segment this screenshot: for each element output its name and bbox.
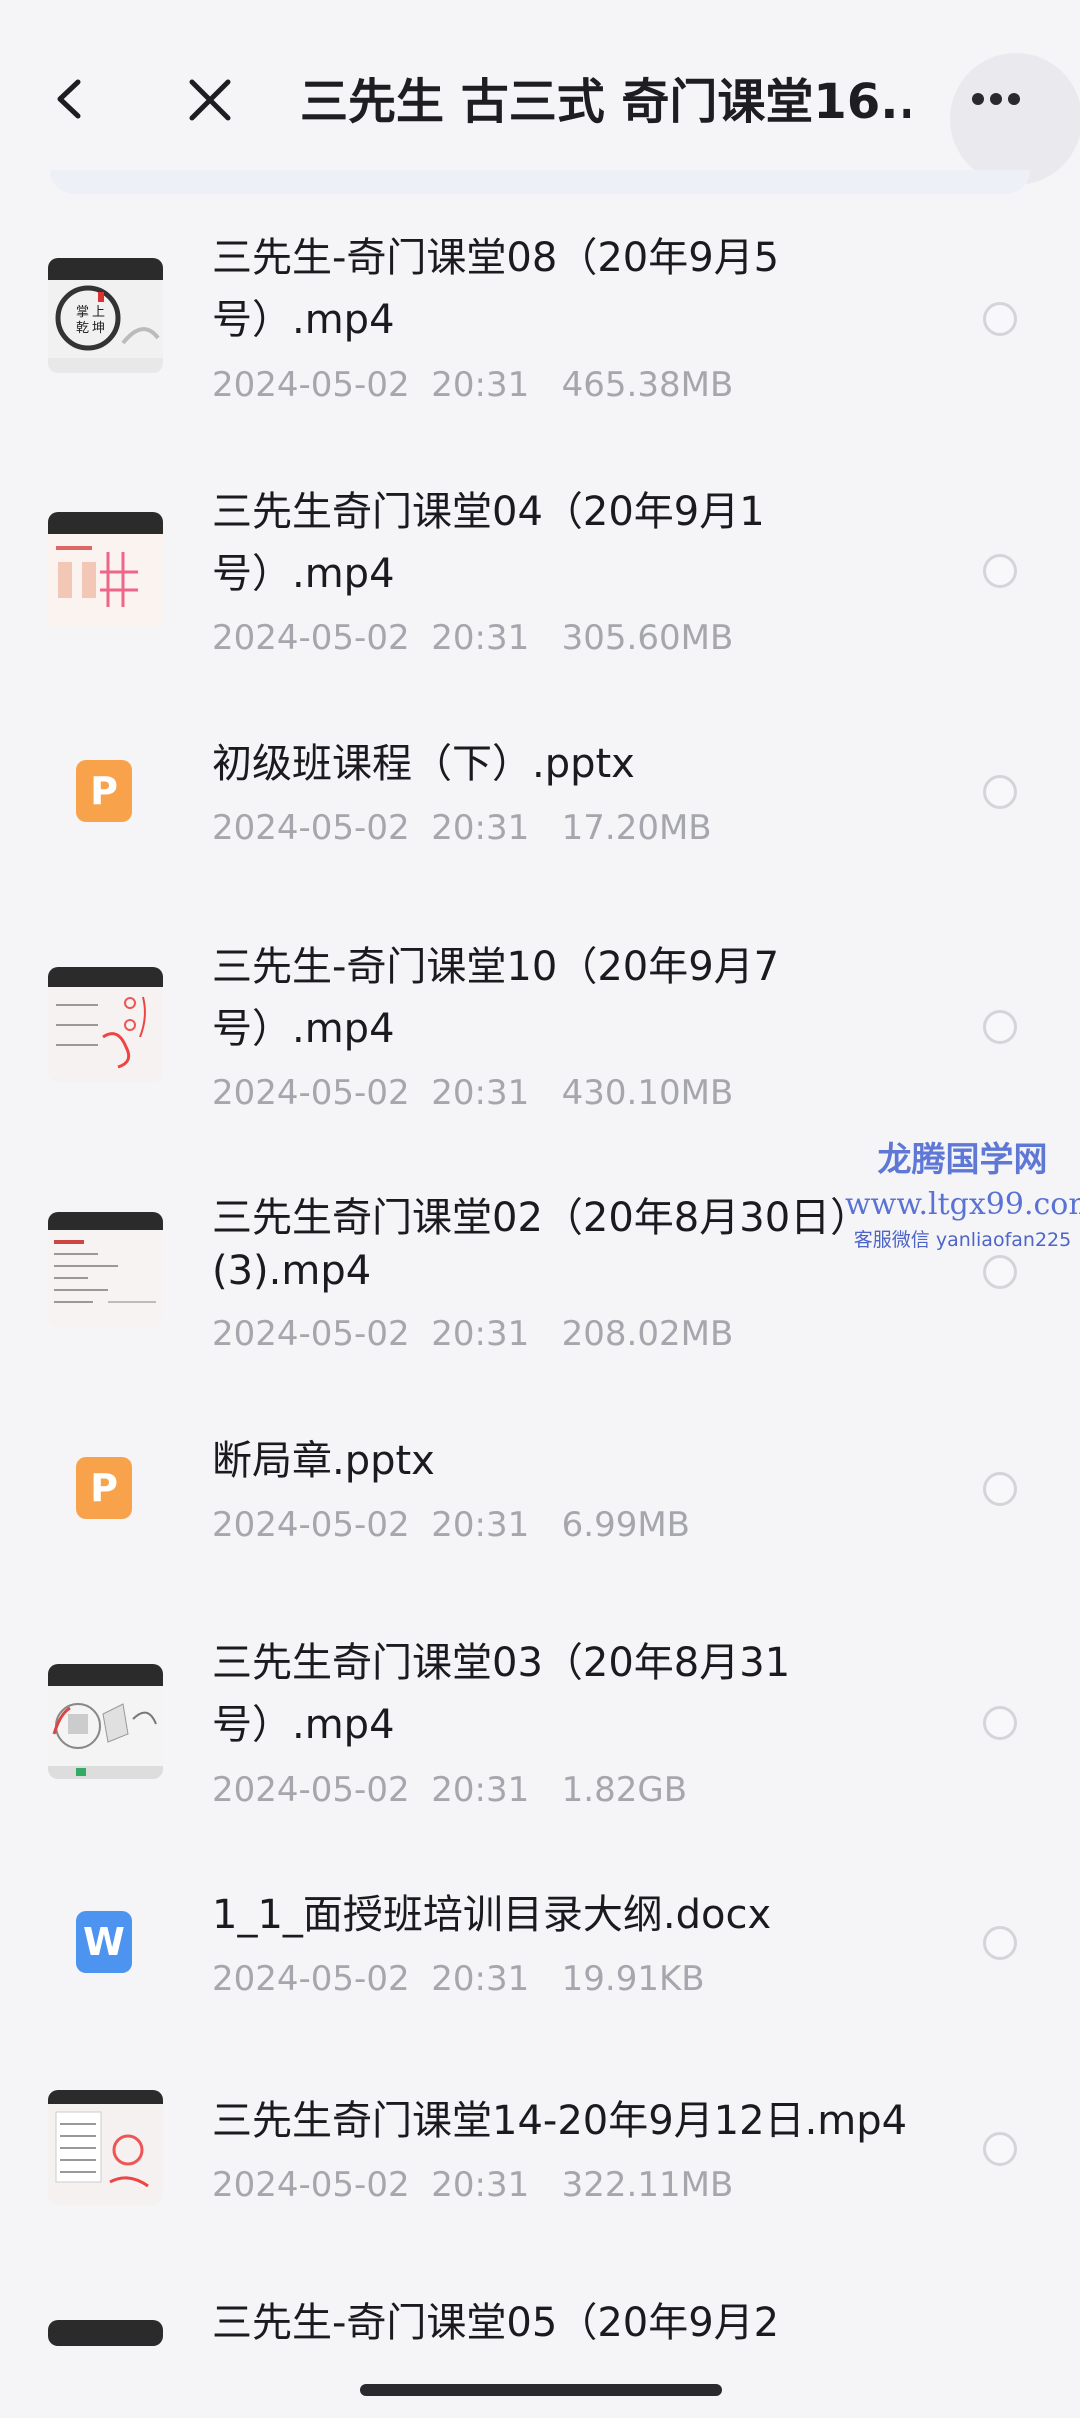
- video-thumbnail: [48, 1664, 163, 1779]
- top-bar: 三先生 古三式 奇门课堂16...: [0, 0, 1080, 190]
- file-size: 1.82GB: [561, 1770, 688, 1810]
- select-radio[interactable]: [983, 1255, 1017, 1289]
- select-radio[interactable]: [983, 1472, 1017, 1506]
- file-time: 20:31: [431, 618, 530, 658]
- file-name: 断局章.pptx: [212, 1438, 435, 1484]
- file-date: 2024-05-02: [212, 1073, 410, 1113]
- file-time: 20:31: [431, 365, 530, 405]
- back-button[interactable]: [40, 62, 100, 136]
- file-name: 三先生奇门课堂14-20年9月12日.mp4: [212, 2098, 908, 2144]
- file-meta: 2024-05-02 20:31 6.99MB: [212, 1501, 872, 1549]
- file-name-continued: 号）.mp4: [212, 551, 395, 597]
- svg-text:掌: 掌: [76, 305, 89, 320]
- file-meta: 2024-05-02 20:31 430.10MB: [212, 1069, 872, 1117]
- file-meta: 2024-05-02 20:31 208.02MB: [212, 1310, 872, 1358]
- file-time: 20:31: [431, 1959, 530, 1999]
- pptx-file-icon: P: [76, 760, 132, 822]
- file-size: 305.60MB: [561, 618, 734, 658]
- watermark-title: 龙腾国学网: [877, 1140, 1048, 1180]
- svg-text:乾: 乾: [76, 321, 89, 336]
- file-meta: 2024-05-02 20:31 1.82GB: [212, 1766, 872, 1814]
- file-size: 17.20MB: [561, 808, 712, 848]
- file-date: 2024-05-02: [212, 618, 410, 658]
- file-date: 2024-05-02: [212, 808, 410, 848]
- file-name: 三先生-奇门课堂08（20年9月5: [212, 235, 780, 281]
- pptx-file-icon: P: [76, 1457, 132, 1519]
- file-size: 6.99MB: [561, 1505, 691, 1545]
- more-button[interactable]: [950, 53, 1080, 187]
- file-meta: 2024-05-02 20:31 305.60MB: [212, 614, 872, 662]
- video-thumbnail: [48, 967, 163, 1082]
- more-horizontal-icon: [972, 93, 1020, 105]
- file-name: 三先生奇门课堂03（20年8月31: [212, 1640, 791, 1686]
- file-time: 20:31: [431, 1505, 530, 1545]
- watermark-contact: 客服微信 yanliaofan225: [853, 1229, 1072, 1251]
- file-size: 19.91KB: [561, 1959, 705, 1999]
- close-icon: [189, 79, 231, 121]
- file-name: 初级班课程（下）.pptx: [212, 741, 635, 787]
- file-time: 20:31: [431, 1073, 530, 1113]
- close-button[interactable]: [180, 62, 240, 136]
- watermark-url: www.ltgx99.com: [845, 1187, 1080, 1222]
- file-meta: 2024-05-02 20:31 465.38MB: [212, 361, 872, 409]
- file-time: 20:31: [431, 1314, 530, 1354]
- select-radio[interactable]: [983, 2132, 1017, 2166]
- file-meta: 2024-05-02 20:31 17.20MB: [212, 804, 872, 852]
- file-size: 322.11MB: [561, 2165, 734, 2205]
- select-radio[interactable]: [983, 775, 1017, 809]
- file-date: 2024-05-02: [212, 1959, 410, 1999]
- svg-text:坤: 坤: [92, 321, 105, 336]
- file-meta: 2024-05-02 20:31 322.11MB: [212, 2161, 872, 2209]
- watermark: 龙腾国学网 www.ltgx99.com 客服微信 yanliaofan225: [845, 1135, 1080, 1255]
- video-thumbnail: [48, 2090, 163, 2205]
- select-radio[interactable]: [983, 302, 1017, 336]
- svg-text:上: 上: [92, 305, 105, 320]
- file-date: 2024-05-02: [212, 1505, 410, 1545]
- file-time: 20:31: [431, 1770, 530, 1810]
- select-radio[interactable]: [983, 554, 1017, 588]
- video-thumbnail: [48, 512, 163, 627]
- chevron-left-icon: [57, 79, 81, 119]
- select-radio[interactable]: [983, 1926, 1017, 1960]
- file-name: 1_1_面授班培训目录大纲.docx: [212, 1892, 772, 1938]
- file-time: 20:31: [431, 808, 530, 848]
- file-size: 208.02MB: [561, 1314, 734, 1354]
- file-meta: 2024-05-02 20:31 19.91KB: [212, 1955, 872, 2003]
- file-name: 三先生奇门课堂04（20年9月1: [212, 489, 765, 535]
- home-indicator[interactable]: [360, 2384, 722, 2396]
- file-name-continued: 号）.mp4: [212, 1702, 395, 1748]
- file-date: 2024-05-02: [212, 1314, 410, 1354]
- file-name-continued: 号）.mp4: [212, 1006, 395, 1052]
- file-date: 2024-05-02: [212, 2165, 410, 2205]
- file-date: 2024-05-02: [212, 365, 410, 405]
- video-thumbnail: 掌 乾 上 坤: [48, 258, 163, 373]
- file-size: 465.38MB: [561, 365, 734, 405]
- file-size: 430.10MB: [561, 1073, 734, 1113]
- file-date: 2024-05-02: [212, 1770, 410, 1810]
- file-time: 20:31: [431, 2165, 530, 2205]
- select-radio[interactable]: [983, 1010, 1017, 1044]
- file-name-continued: (3).mp4: [212, 1248, 372, 1294]
- file-name: 三先生-奇门课堂05（20年9月2: [212, 2300, 780, 2346]
- video-thumbnail: [48, 1212, 163, 1327]
- select-radio[interactable]: [983, 1706, 1017, 1740]
- page-title: 三先生 古三式 奇门课堂16...: [300, 74, 910, 130]
- search-bar-edge: [50, 170, 1030, 194]
- video-thumbnail: [48, 2320, 163, 2346]
- docx-file-icon: W: [76, 1911, 132, 1973]
- file-name: 三先生-奇门课堂10（20年9月7: [212, 944, 780, 990]
- file-name-continued: 号）.mp4: [212, 297, 395, 343]
